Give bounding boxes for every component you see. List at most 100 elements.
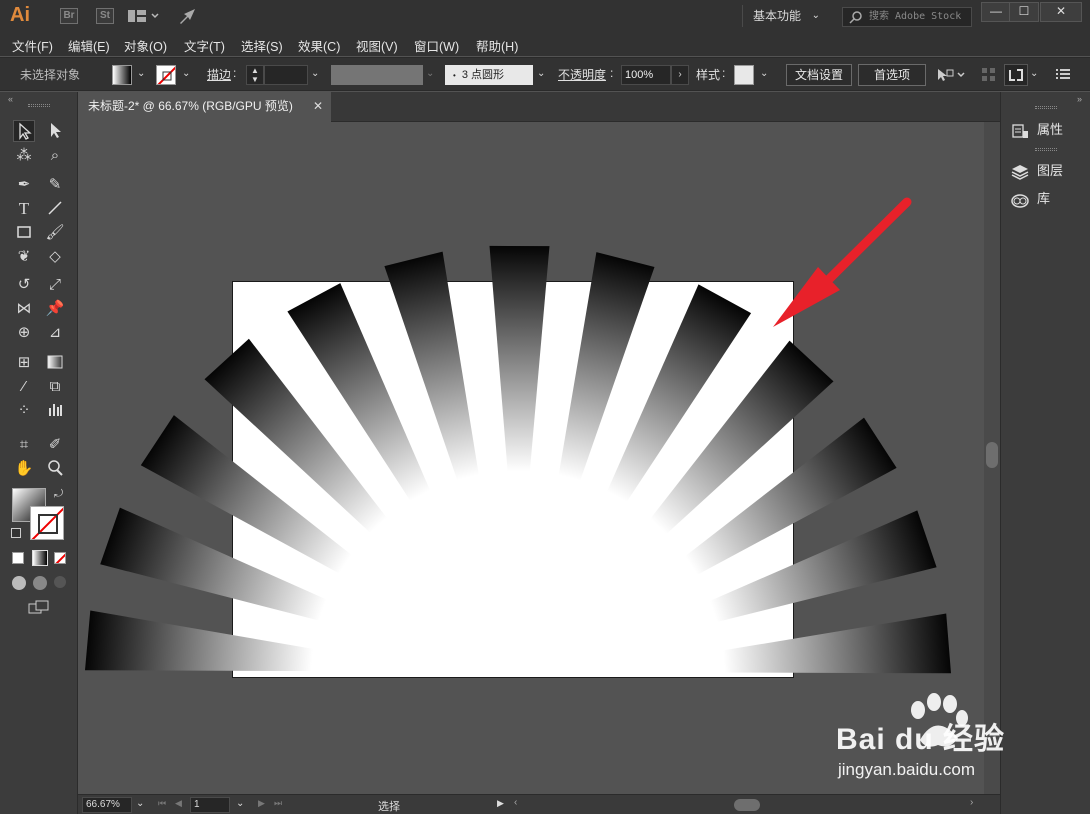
- collapse-dock-icon[interactable]: »: [1077, 94, 1082, 104]
- stroke-color-box[interactable]: [30, 506, 64, 540]
- artboard-dropdown-icon[interactable]: ⌄: [236, 798, 244, 809]
- opacity-arrow-button[interactable]: ›: [671, 65, 689, 85]
- vertical-scroll-thumb[interactable]: [986, 442, 998, 468]
- libraries-panel-button[interactable]: 库: [1011, 188, 1050, 208]
- screen-mode-icon[interactable]: [28, 600, 50, 614]
- draw-behind-icon[interactable]: [33, 576, 47, 590]
- stroke-dropdown-icon[interactable]: ⌄: [182, 68, 190, 79]
- menu-object[interactable]: 对象(O): [124, 36, 167, 55]
- workspace-switcher[interactable]: 基本功能 ⌄: [742, 5, 828, 27]
- type-tool-icon[interactable]: T: [13, 198, 35, 220]
- rectangle-tool-icon[interactable]: [13, 222, 35, 244]
- menu-effect[interactable]: 效果(C): [298, 36, 340, 55]
- graphic-style-swatch[interactable]: [734, 65, 754, 85]
- hand-tool-icon[interactable]: ✋: [13, 458, 35, 480]
- close-icon[interactable]: ✕: [313, 92, 323, 120]
- fill-swatch[interactable]: [112, 65, 132, 85]
- rotate-tool-icon[interactable]: ↺: [13, 274, 35, 296]
- style-dropdown-icon[interactable]: ⌄: [760, 68, 768, 79]
- fill-dropdown-icon[interactable]: ⌄: [137, 68, 145, 79]
- stock-search-input[interactable]: 搜索 Adobe Stock: [842, 7, 972, 27]
- shaper-tool-icon[interactable]: ❦: [13, 246, 35, 268]
- layers-panel-button[interactable]: 图层: [1011, 160, 1063, 180]
- zoom-tool-icon[interactable]: [44, 458, 66, 480]
- gradient-mode-icon[interactable]: [32, 550, 48, 566]
- opacity-label[interactable]: 不透明度: [558, 66, 606, 83]
- swap-fill-stroke-icon[interactable]: ⤾: [54, 488, 63, 501]
- selection-tool-icon[interactable]: [13, 120, 35, 142]
- blend-tool-icon[interactable]: ⧉: [44, 376, 66, 398]
- draw-normal-icon[interactable]: [12, 576, 26, 590]
- collapse-toolbox-icon[interactable]: «: [8, 94, 13, 104]
- stroke-swatch[interactable]: [156, 65, 176, 85]
- menu-file[interactable]: 文件(F): [12, 36, 53, 55]
- magic-wand-tool-icon[interactable]: ⁂: [13, 145, 35, 167]
- profile-dropdown-icon[interactable]: ⌄: [426, 68, 434, 79]
- scale-tool-icon[interactable]: ⤢: [44, 274, 66, 296]
- width-tool-icon[interactable]: ⋈: [13, 298, 35, 320]
- horizontal-scroll-thumb[interactable]: [734, 799, 760, 811]
- draw-inside-icon[interactable]: [54, 576, 66, 588]
- perspective-grid-tool-icon[interactable]: ⊿: [44, 322, 66, 344]
- eyedropper-tool-icon[interactable]: ⁄: [13, 376, 35, 398]
- menu-view[interactable]: 视图(V): [356, 36, 398, 55]
- toolbox-grip[interactable]: [28, 104, 50, 107]
- transform-grid-icon[interactable]: [982, 68, 996, 82]
- column-graph-tool-icon[interactable]: [44, 400, 66, 422]
- artboard-number-field[interactable]: 1: [190, 797, 230, 813]
- slice-tool-icon[interactable]: ✐: [44, 434, 66, 456]
- puppet-warp-tool-icon[interactable]: 📌: [44, 298, 66, 320]
- zoom-dropdown-icon[interactable]: ⌄: [136, 798, 144, 809]
- minimize-button[interactable]: —: [981, 2, 1011, 22]
- opacity-input[interactable]: 100%: [621, 65, 671, 85]
- none-mode-icon[interactable]: [54, 552, 66, 564]
- eraser-tool-icon[interactable]: ◇: [44, 246, 66, 268]
- stroke-weight-input[interactable]: [264, 65, 308, 85]
- menu-type[interactable]: 文字(T): [184, 36, 225, 55]
- menu-help[interactable]: 帮助(H): [476, 36, 518, 55]
- panel-menu-icon[interactable]: [1056, 68, 1070, 80]
- stroke-label[interactable]: 描边: [207, 66, 231, 83]
- paintbrush-tool-icon[interactable]: 🖌: [44, 222, 66, 244]
- direct-selection-tool-icon[interactable]: [44, 120, 66, 142]
- next-artboard-icon[interactable]: ▶: [258, 798, 265, 809]
- lasso-tool-icon[interactable]: ⌕: [44, 145, 66, 167]
- variable-width-profile[interactable]: [331, 65, 423, 85]
- scroll-left-icon[interactable]: ‹: [514, 797, 517, 808]
- default-fill-stroke-icon[interactable]: [11, 528, 21, 538]
- last-artboard-icon[interactable]: ⏭: [274, 798, 282, 809]
- curvature-tool-icon[interactable]: ✎: [44, 174, 66, 196]
- stroke-weight-stepper[interactable]: ▲ ▼: [246, 65, 264, 85]
- horizontal-scrollbar[interactable]: [524, 799, 980, 811]
- snap-icon[interactable]: [1004, 64, 1028, 86]
- zoom-level-field[interactable]: 66.67%: [82, 797, 132, 813]
- close-button[interactable]: ✕: [1040, 2, 1082, 22]
- brush-dropdown-icon[interactable]: ⌄: [537, 68, 545, 79]
- brush-definition[interactable]: • 3 点圆形: [445, 65, 533, 85]
- previous-artboard-icon[interactable]: ◀: [175, 798, 182, 809]
- document-setup-button[interactable]: 文档设置: [786, 64, 852, 86]
- artboard-tool-icon[interactable]: ⌗: [13, 434, 35, 456]
- first-artboard-icon[interactable]: ⏮: [158, 798, 166, 809]
- color-mode-icon[interactable]: [12, 552, 24, 564]
- stock-app-icon[interactable]: St: [96, 8, 114, 24]
- menu-select[interactable]: 选择(S): [241, 36, 283, 55]
- menu-edit[interactable]: 编辑(E): [68, 36, 110, 55]
- pen-tool-icon[interactable]: ✒: [13, 174, 35, 196]
- dock-grip[interactable]: [1035, 106, 1057, 109]
- mesh-tool-icon[interactable]: ⊞: [13, 352, 35, 374]
- document-tab[interactable]: 未标题-2* @ 66.67% (RGB/GPU 预览) ✕: [78, 92, 331, 122]
- maximize-button[interactable]: ☐: [1009, 2, 1039, 22]
- gpu-performance-icon[interactable]: [178, 7, 198, 25]
- arrange-documents-icon[interactable]: [128, 9, 160, 23]
- dock-grip-2[interactable]: [1035, 148, 1057, 151]
- properties-panel-button[interactable]: 属性: [1011, 119, 1063, 139]
- preferences-button[interactable]: 首选项: [858, 64, 926, 86]
- bridge-icon[interactable]: Br: [60, 8, 78, 24]
- stroke-weight-dropdown-icon[interactable]: ⌄: [311, 68, 319, 79]
- sunburst-ray[interactable]: [489, 245, 550, 568]
- line-segment-tool-icon[interactable]: [44, 198, 66, 220]
- select-similar-icon[interactable]: [936, 67, 966, 83]
- shape-builder-tool-icon[interactable]: ⊕: [13, 322, 35, 344]
- scroll-right-icon[interactable]: ›: [970, 797, 973, 808]
